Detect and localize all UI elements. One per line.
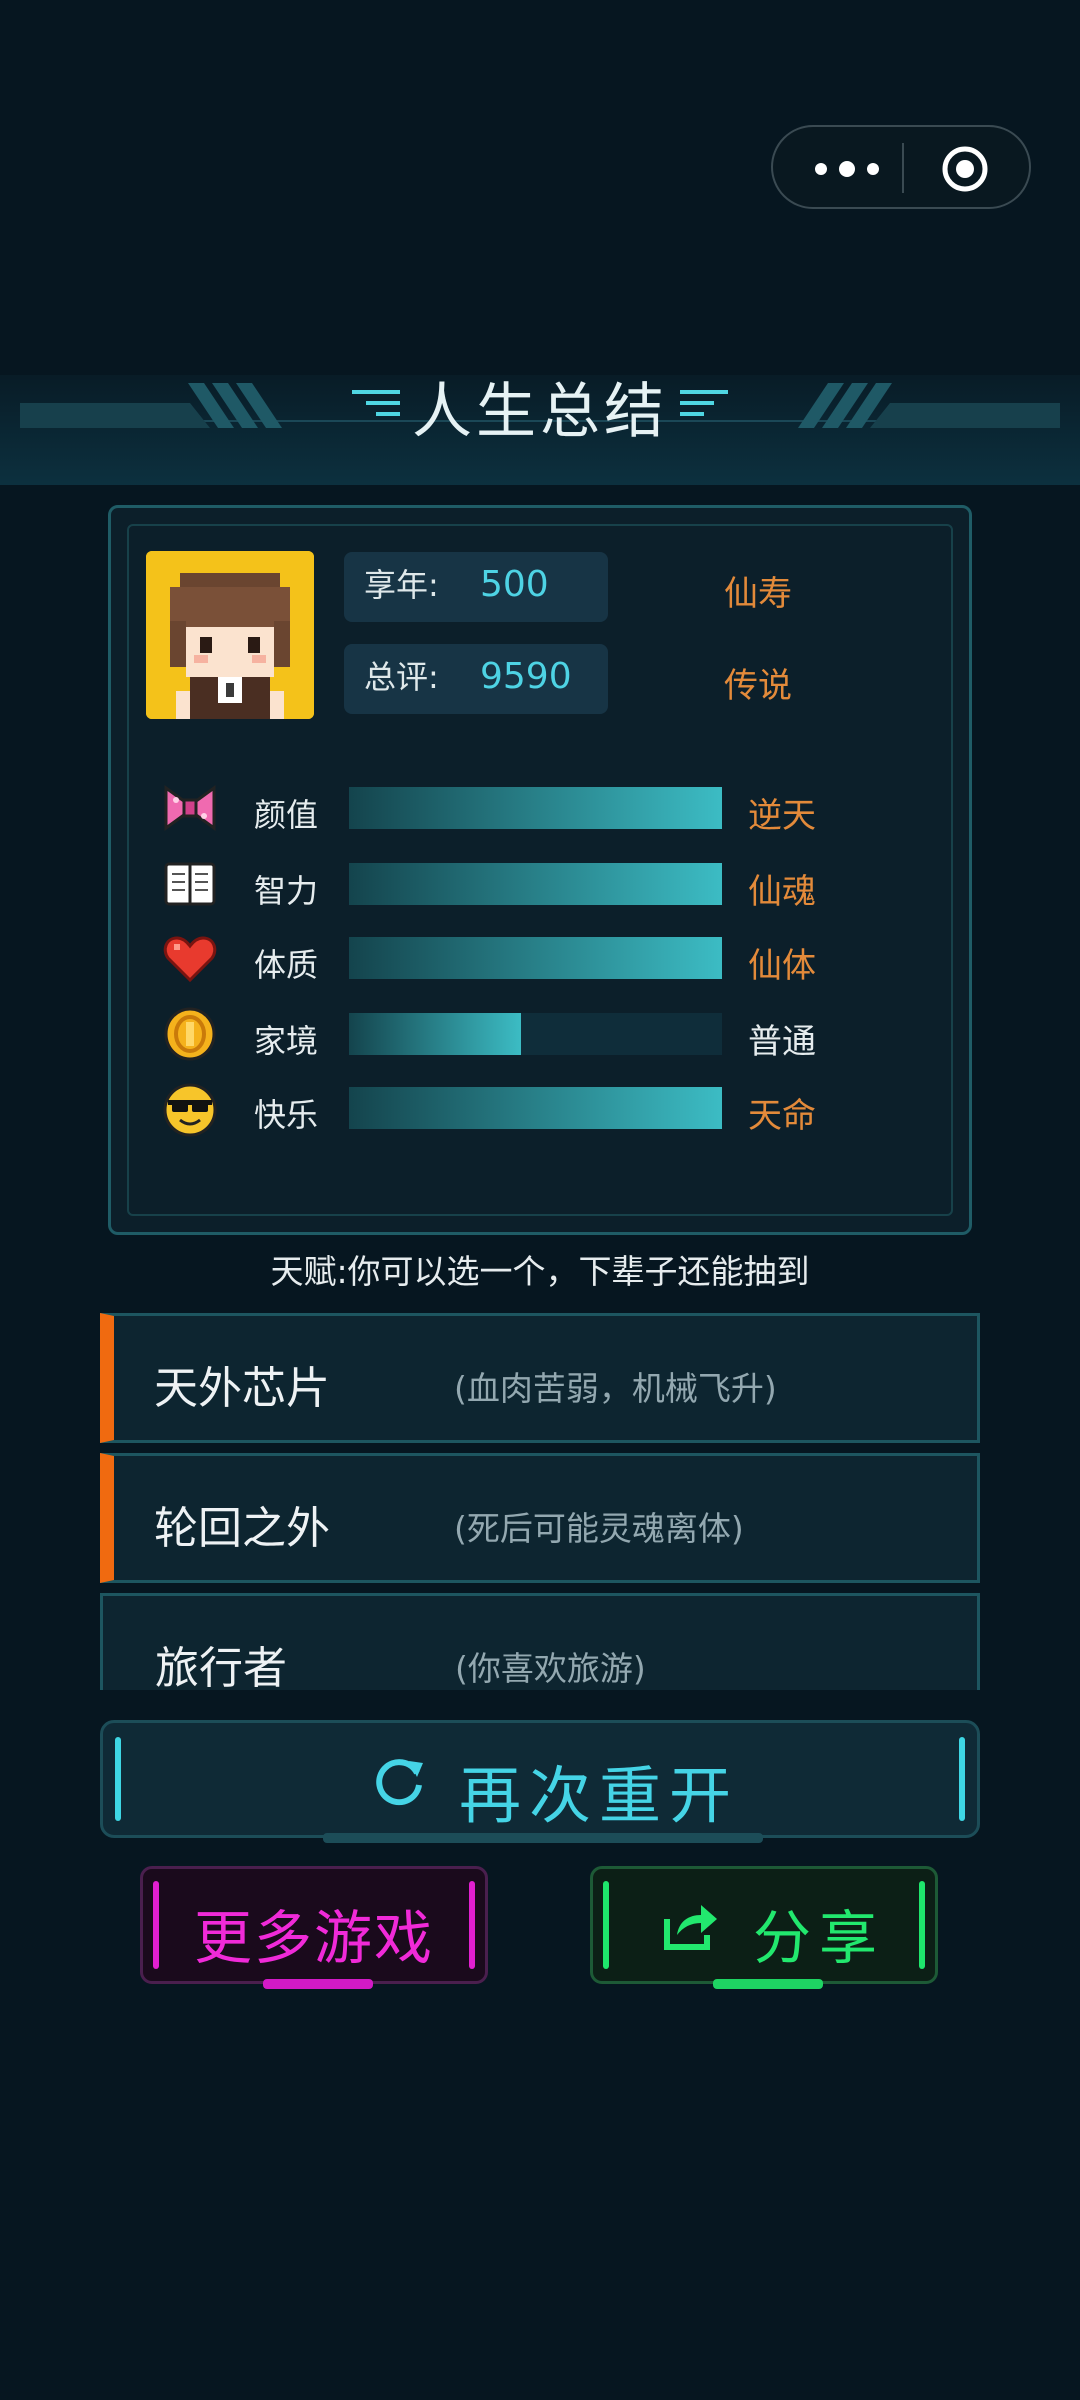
restart-button[interactable]: 再次重开 [100,1720,980,1843]
talent-desc: (死后可能灵魂离体) [454,1509,744,1548]
refresh-icon [376,1759,423,1806]
talent-name: 旅行者 [155,1643,287,1690]
more-games-button[interactable]: 更多游戏 [140,1866,488,1989]
share-icon [664,1905,717,1950]
talent-name: 轮回之外 [154,1503,330,1554]
button-edge [603,1881,609,1969]
restart-label: 再次重开 [459,1759,740,1832]
share-label: 分享 [753,1904,886,1972]
talent-item[interactable]: 旅行者 (你喜欢旅游) [100,1593,980,1690]
talent-item[interactable]: 轮回之外 (死后可能灵魂离体) [100,1453,980,1583]
talent-desc: (血肉苦弱，机械飞升) [454,1369,777,1408]
button-tab [713,1979,823,1989]
talent-desc: (你喜欢旅游) [455,1649,646,1688]
button-edge [919,1881,925,1969]
talent-list: 天外芯片 (血肉苦弱，机械飞升) 轮回之外 (死后可能灵魂离体) 旅行者 (你喜… [0,0,1080,1690]
talent-item[interactable]: 天外芯片 (血肉苦弱，机械飞升) [100,1313,980,1443]
share-button[interactable]: 分享 [590,1866,938,1989]
button-edge [959,1737,965,1821]
talent-name: 天外芯片 [154,1363,330,1414]
button-tab [263,1979,373,1989]
more-games-label: 更多游戏 [193,1904,434,1972]
button-edge [115,1737,121,1821]
